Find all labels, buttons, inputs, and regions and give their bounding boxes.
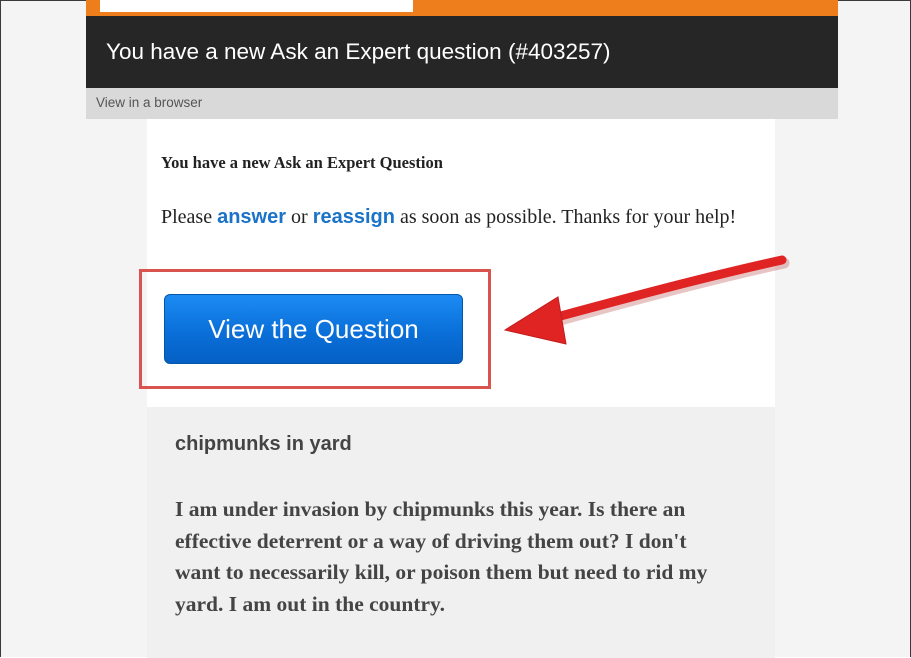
question-panel: chipmunks in yard I am under invasion by… [147, 407, 775, 658]
message-suffix: as soon as possible. Thanks for your hel… [394, 206, 737, 228]
question-body: I am under invasion by chipmunks this ye… [175, 497, 708, 616]
view-question-button[interactable]: View the Question [164, 294, 463, 364]
email-header: You have a new Ask an Expert question (#… [86, 16, 838, 88]
content-message: Please answer or reassign as soon as pos… [161, 202, 761, 232]
email-header-title: You have a new Ask an Expert question (#… [106, 39, 611, 64]
message-or: or [286, 206, 313, 228]
view-in-browser-bar: View in a browser [86, 88, 838, 119]
answer-link[interactable]: answer [217, 206, 286, 228]
content-title: You have a new Ask an Expert Question [161, 153, 443, 172]
message-prefix: Please [161, 206, 218, 228]
top-strip-tab [100, 0, 413, 12]
reassign-link[interactable]: reassign [313, 206, 395, 228]
view-in-browser-link[interactable]: View in a browser [96, 95, 202, 110]
orange-top-strip [86, 0, 838, 16]
question-title: chipmunks in yard [175, 433, 352, 455]
